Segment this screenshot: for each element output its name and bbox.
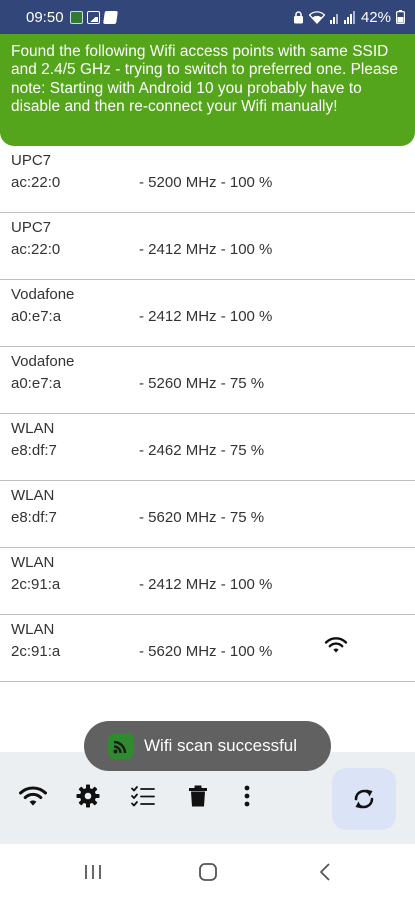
network-ssid: WLAN xyxy=(11,420,55,437)
network-ssid: Vodafone xyxy=(11,286,75,303)
list-item[interactable]: UPC7 ac:22:0 - 2412 MHz - 100 % xyxy=(0,213,415,280)
info-banner: Found the following Wifi access points w… xyxy=(0,34,415,146)
app-screen: 09:50 42% Found the following Wifi acces… xyxy=(0,0,415,900)
home-button[interactable] xyxy=(193,860,223,884)
network-mac: ac:22:0 xyxy=(11,241,61,258)
network-ssid: Vodafone xyxy=(11,353,75,370)
refresh-icon xyxy=(354,789,374,809)
list-item[interactable]: WLAN 2c:91:a - 2412 MHz - 100 % xyxy=(0,548,415,615)
network-info: - 2462 MHz - 75 % xyxy=(139,442,265,459)
network-mac: 2c:91:a xyxy=(11,643,61,660)
battery-icon xyxy=(396,10,405,24)
toast-message: Wifi scan successful xyxy=(144,736,298,755)
battery-percent: 42% xyxy=(360,8,391,26)
card-notification-icon xyxy=(102,10,118,24)
network-info: - 5260 MHz - 75 % xyxy=(139,375,265,392)
network-mac: a0:e7:a xyxy=(11,375,62,392)
network-mac: e8:df:7 xyxy=(11,442,57,459)
status-right: 42% xyxy=(293,0,405,34)
more-options-button[interactable] xyxy=(230,779,264,813)
network-info: - 5620 MHz - 75 % xyxy=(139,509,265,526)
wifi-icon xyxy=(19,786,47,806)
network-mac: a0:e7:a xyxy=(11,308,62,325)
more-vert-icon xyxy=(244,785,250,807)
wifi-button[interactable] xyxy=(16,779,50,813)
lock-icon xyxy=(293,10,303,23)
app-icon xyxy=(108,733,134,759)
image-notification-icon xyxy=(86,10,100,24)
network-ssid: WLAN xyxy=(11,621,55,638)
checklist-button[interactable] xyxy=(126,779,160,813)
network-ssid: WLAN xyxy=(11,554,55,571)
network-mac: 2c:91:a xyxy=(11,576,61,593)
delete-button[interactable] xyxy=(181,779,215,813)
network-ssid: UPC7 xyxy=(11,152,52,169)
wifi-status-icon xyxy=(308,10,325,24)
network-ssid: WLAN xyxy=(11,487,55,504)
network-info: - 2412 MHz - 100 % xyxy=(139,308,273,325)
network-info: - 2412 MHz - 100 % xyxy=(139,241,273,258)
home-icon xyxy=(199,863,217,881)
gear-icon xyxy=(76,784,100,808)
network-mac: e8:df:7 xyxy=(11,509,57,526)
system-navigation-bar xyxy=(0,844,415,900)
connected-wifi-icon xyxy=(324,637,348,653)
network-info: - 2412 MHz - 100 % xyxy=(139,576,273,593)
recent-apps-button[interactable] xyxy=(78,860,108,884)
list-item[interactable]: WLAN e8:df:7 - 2462 MHz - 75 % xyxy=(0,414,415,481)
list-item[interactable]: UPC7 ac:22:0 - 5200 MHz - 100 % xyxy=(0,146,415,213)
network-mac: ac:22:0 xyxy=(11,174,61,191)
list-item[interactable]: Vodafone a0:e7:a - 2412 MHz - 100 % xyxy=(0,280,415,347)
refresh-button[interactable] xyxy=(332,768,396,830)
recent-apps-icon xyxy=(85,865,101,879)
trash-icon xyxy=(189,785,207,807)
wifi-network-list: UPC7 ac:22:0 - 5200 MHz - 100 % UPC7 ac:… xyxy=(0,146,415,682)
status-time: 09:50 xyxy=(26,8,64,26)
list-item[interactable]: WLAN 2c:91:a - 5620 MHz - 100 % xyxy=(0,615,415,682)
back-button[interactable] xyxy=(310,860,340,884)
toast-notification: Wifi scan successful xyxy=(84,721,331,771)
signal-icon xyxy=(329,10,355,24)
list-item[interactable]: Vodafone a0:e7:a - 5260 MHz - 75 % xyxy=(0,347,415,414)
status-bar: 09:50 42% xyxy=(0,0,415,34)
app-notification-icon xyxy=(69,10,83,24)
list-item[interactable]: WLAN e8:df:7 - 5620 MHz - 75 % xyxy=(0,481,415,548)
network-info: - 5620 MHz - 100 % xyxy=(139,643,273,660)
settings-button[interactable] xyxy=(71,779,105,813)
checklist-icon xyxy=(131,786,155,807)
back-icon xyxy=(320,863,330,881)
network-ssid: UPC7 xyxy=(11,219,52,236)
network-info: - 5200 MHz - 100 % xyxy=(139,174,273,191)
notification-icons xyxy=(69,10,118,24)
